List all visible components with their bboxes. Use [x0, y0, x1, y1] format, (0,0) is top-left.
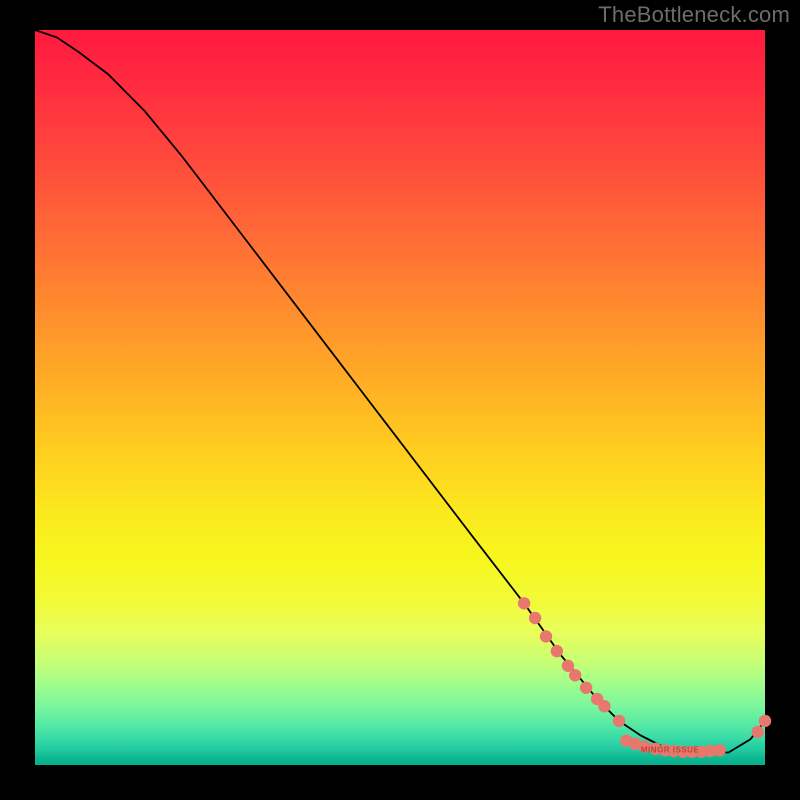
data-point	[540, 630, 552, 642]
data-points	[518, 597, 771, 758]
chart-frame: TheBottleneck.com MINOR ISSUE	[0, 0, 800, 800]
data-point	[569, 669, 581, 681]
watermark-text: TheBottleneck.com	[598, 2, 790, 28]
data-point	[529, 612, 541, 624]
data-point	[613, 715, 625, 727]
plot-area: MINOR ISSUE	[35, 30, 765, 765]
data-point	[551, 645, 563, 657]
data-point	[714, 744, 726, 756]
data-point	[752, 726, 764, 738]
data-point	[580, 682, 592, 694]
data-point	[518, 597, 530, 609]
curve-line	[35, 30, 765, 753]
chart-svg	[35, 30, 765, 765]
annotation-label: MINOR ISSUE	[641, 746, 699, 755]
data-point	[759, 715, 771, 727]
data-point	[598, 700, 610, 712]
